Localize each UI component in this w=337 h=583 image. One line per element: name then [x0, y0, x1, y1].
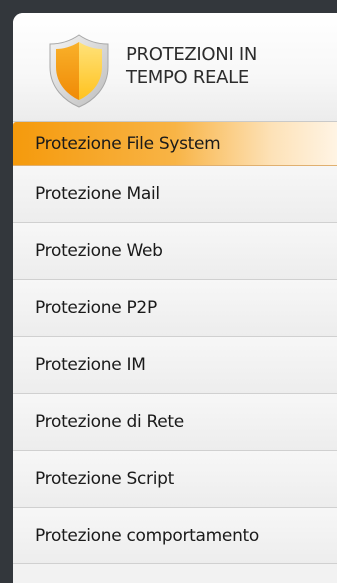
menu-item-p2p-protection[interactable]: Protezione P2P: [13, 280, 337, 337]
menu-item-behavior-protection[interactable]: Protezione comportamento: [13, 508, 337, 564]
menu-item-web-protection[interactable]: Protezione Web: [13, 223, 337, 280]
menu-item-file-system-protection[interactable]: Protezione File System: [13, 122, 337, 166]
panel-header: PROTEZIONI IN TEMPO REALE: [13, 13, 337, 122]
menu-item-im-protection[interactable]: Protezione IM: [13, 337, 337, 394]
menu-item-mail-protection[interactable]: Protezione Mail: [13, 166, 337, 223]
shield-icon: [49, 34, 109, 108]
panel-title: PROTEZIONI IN TEMPO REALE: [126, 44, 258, 88]
protection-menu: Protezione File System Protezione Mail P…: [13, 122, 337, 564]
menu-item-script-protection[interactable]: Protezione Script: [13, 451, 337, 508]
menu-item-network-protection[interactable]: Protezione di Rete: [13, 394, 337, 451]
realtime-protection-panel: PROTEZIONI IN TEMPO REALE Protezione Fil…: [13, 13, 337, 583]
